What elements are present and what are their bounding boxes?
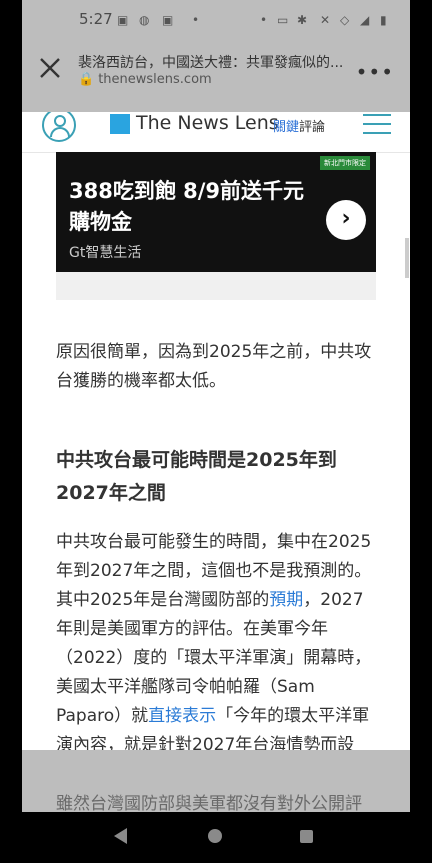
wifi-icon: ◇	[340, 13, 350, 27]
back-icon[interactable]	[114, 828, 127, 844]
link-forecast[interactable]: 預期	[269, 590, 303, 610]
ad-banner[interactable]: 新北門市限定 388吃到飽 8/9前送千元購物金 Gt智慧生活 ›	[56, 152, 376, 272]
bluetooth-icon: ✱	[297, 13, 308, 27]
status-time: 5:27	[79, 10, 113, 28]
web-page: The News Lens 關鍵評論 新北門市限定 388吃到飽 8/9前送千元…	[22, 112, 410, 750]
site-brand[interactable]: The News Lens	[136, 112, 279, 134]
page-url: 🔒 thenewslens.com	[78, 72, 212, 87]
article-paragraph-1: 原因很簡單，因為到2025年之前，中共攻台獲勝的機率都太低。	[56, 342, 372, 391]
article-subheading: 中共攻台最可能時間是2025年到2027年之間	[56, 449, 337, 504]
scrollbar[interactable]	[405, 238, 409, 278]
android-icon: ▣	[117, 13, 129, 27]
link-direct-statement[interactable]: 直接表示	[148, 706, 216, 726]
custom-tab-toolbar: 裴洛西訪台，中國送大禮：共軍發瘋似的... 🔒 thenewslens.com •…	[22, 40, 410, 112]
account-icon[interactable]	[42, 112, 76, 142]
right-gutter	[410, 112, 432, 750]
lock-icon: 🔒	[78, 72, 95, 87]
article-paragraph-2: 中共攻台最可能發生的時間，集中在2025年到2027年之間，這個也不是我預測的。…	[56, 528, 378, 750]
site-header: The News Lens 關鍵評論	[22, 112, 410, 153]
article-paragraph-3: 雖然台灣國防部與美軍都沒有對外公開評	[56, 794, 362, 812]
battery-icon: ▮	[380, 13, 387, 27]
brand-cn-part1: 關鍵	[273, 120, 300, 135]
more-options-button[interactable]: •••	[356, 60, 394, 84]
sync-icon: ◍	[139, 13, 150, 27]
page-title: 裴洛西訪台，中國送大禮：共軍發瘋似的...	[78, 55, 344, 71]
close-icon[interactable]	[38, 56, 62, 80]
status-bar: 5:27 ▣ ◍ ▣ • • ▭ ✱ ✕ ◇ ◢ ▮	[22, 0, 410, 40]
site-brand-cn: 關鍵評論	[273, 116, 325, 135]
ad-headline: 388吃到飽 8/9前送千元購物金	[69, 179, 305, 234]
home-icon[interactable]	[208, 829, 222, 843]
mute-icon: ✕	[320, 13, 331, 27]
ad-footer	[56, 272, 376, 300]
dot-icon: •	[260, 13, 268, 27]
ad-next-button[interactable]: ›	[326, 200, 366, 240]
left-gutter	[0, 112, 22, 750]
bottom-overlay: 雖然台灣國防部與美軍都沒有對外公開評	[22, 750, 410, 812]
menu-icon[interactable]	[363, 114, 391, 141]
ad-source: Gt智慧生活	[69, 245, 142, 261]
brand-cn-part2: 評論	[299, 120, 326, 135]
cast-icon: ▭	[277, 13, 289, 27]
signal-icon: ◢	[360, 13, 370, 27]
logo-mark-icon	[110, 114, 130, 134]
url-text: thenewslens.com	[98, 72, 212, 87]
dot-icon: •	[192, 13, 200, 27]
android-icon: ▣	[162, 13, 174, 27]
ad-tag: 新北門市限定	[320, 156, 370, 170]
recents-icon[interactable]	[300, 830, 313, 843]
